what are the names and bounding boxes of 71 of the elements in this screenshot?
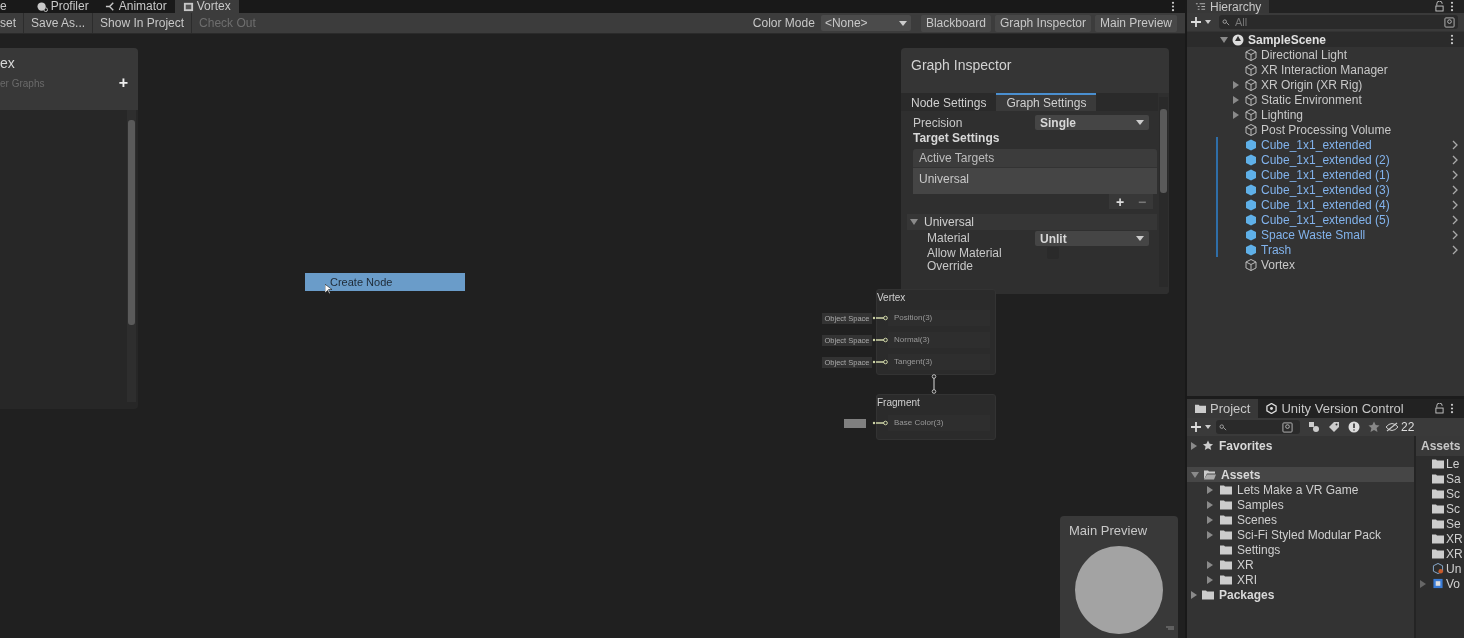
editor-tab[interactable]: Profiler	[28, 0, 97, 13]
project-tree-item[interactable]: Packages	[1187, 587, 1414, 602]
project-tree-item[interactable]: XR	[1187, 557, 1414, 572]
search-field[interactable]: All	[1219, 15, 1458, 29]
section-heading: Target Settings	[913, 131, 1001, 147]
asset-item[interactable]: Le	[1416, 456, 1464, 471]
color-mode-dropdown[interactable]: <None>	[820, 15, 911, 31]
asset-item[interactable]: XR	[1416, 546, 1464, 561]
asset-item[interactable]: Se	[1416, 516, 1464, 531]
target-list-item[interactable]: Universal	[913, 168, 1157, 194]
asset-item[interactable]: Sc	[1416, 486, 1464, 501]
hierarchy-item[interactable]: XR Interaction Manager	[1187, 62, 1464, 77]
hierarchy-item[interactable]: Directional Light	[1187, 47, 1464, 62]
project-tab[interactable]: Project	[1187, 399, 1259, 418]
color-mode-label: Color Mode	[752, 16, 815, 30]
hierarchy-item[interactable]: Cube_1x1_extended (2)	[1187, 152, 1464, 167]
toolbar-toggle[interactable]: Blackboard	[920, 14, 991, 32]
hierarchy-item[interactable]: Cube_1x1_extended (5)	[1187, 212, 1464, 227]
project-tree-item[interactable]: Samples	[1187, 497, 1414, 512]
hierarchy-item[interactable]: Trash	[1187, 242, 1464, 257]
hierarchy-item[interactable]: Post Processing Volume	[1187, 122, 1464, 137]
blackboard-title: ex	[0, 55, 16, 71]
asset-item[interactable]: Sa	[1416, 471, 1464, 486]
scene-row[interactable]: SampleScene	[1187, 32, 1464, 47]
hierarchy-item[interactable]: Cube_1x1_extended (4)	[1187, 197, 1464, 212]
hierarchy-tab[interactable]: Hierarchy	[1187, 0, 1270, 13]
node-title: Vertex	[877, 291, 907, 305]
hierarchy-item[interactable]: Cube_1x1_extended (3)	[1187, 182, 1464, 197]
asset-item[interactable]: Sc	[1416, 501, 1464, 516]
hierarchy-item[interactable]: XR Origin (XR Rig)	[1187, 77, 1464, 92]
project-tree-item[interactable]: Favorites	[1187, 438, 1414, 453]
breadcrumb-label: Assets	[1416, 436, 1464, 456]
precision-dropdown[interactable]: Single	[1035, 115, 1149, 130]
hierarchy-item[interactable]: Space Waste Small	[1187, 227, 1464, 242]
editor-tab[interactable]: e	[0, 0, 15, 13]
project-tree-item[interactable]: Settings	[1187, 542, 1414, 557]
panel-title: Graph Inspector	[910, 56, 1013, 75]
add-button[interactable]: +	[108, 75, 138, 91]
editor-tab[interactable]: Vortex	[174, 0, 239, 13]
project-tree-item[interactable]: Lets Make a VR Game	[1187, 482, 1414, 497]
add-button[interactable]: +	[1109, 194, 1131, 209]
asset-item[interactable]: Vo	[1416, 576, 1464, 591]
hierarchy-item[interactable]: Cube_1x1_extended	[1187, 137, 1464, 152]
toolbar-toggle[interactable]: Graph Inspector	[994, 14, 1091, 32]
node-title: Fragment	[877, 396, 921, 410]
asset-item[interactable]: XR	[1416, 531, 1464, 546]
hidden-packages-toggle[interactable]: 22	[1385, 420, 1415, 434]
material-dropdown[interactable]: Unlit	[1035, 231, 1149, 246]
inspector-tab[interactable]: Node Settings	[901, 93, 997, 111]
project-tab[interactable]: Unity Version Control	[1258, 399, 1412, 418]
hierarchy-item[interactable]: Static Environment	[1187, 92, 1464, 107]
project-tree-item[interactable]: Sci-Fi Styled Modular Pack	[1187, 527, 1414, 542]
project-tree-item[interactable]: XRI	[1187, 572, 1414, 587]
hierarchy-item[interactable]: Vortex	[1187, 257, 1464, 272]
create-node-menu-item[interactable]: Create Node	[305, 273, 465, 291]
toolbar-button[interactable]: Show In Project	[93, 13, 193, 33]
property-label: Material	[927, 232, 971, 245]
toolbar-button[interactable]: Save As...	[24, 13, 94, 33]
hierarchy-item[interactable]: Lighting	[1187, 107, 1464, 122]
project-tree-item[interactable]: Scenes	[1187, 512, 1414, 527]
project-tree-item[interactable]: Assets	[1187, 467, 1414, 482]
precision-label: Precision	[913, 115, 963, 130]
foldout-header[interactable]: Universal	[907, 214, 1157, 230]
panel-title: Main Preview	[1068, 522, 1149, 540]
toolbar-button[interactable]: set	[0, 13, 24, 33]
editor-tab[interactable]: Animator	[96, 0, 175, 13]
toolbar-toggle[interactable]: Main Preview	[1094, 14, 1177, 32]
property-label: Allow Material Override	[927, 247, 1003, 273]
asset-item[interactable]: Un	[1416, 561, 1464, 576]
inspector-tab[interactable]: Graph Settings	[996, 93, 1097, 111]
hierarchy-item[interactable]: Cube_1x1_extended (1)	[1187, 167, 1464, 182]
